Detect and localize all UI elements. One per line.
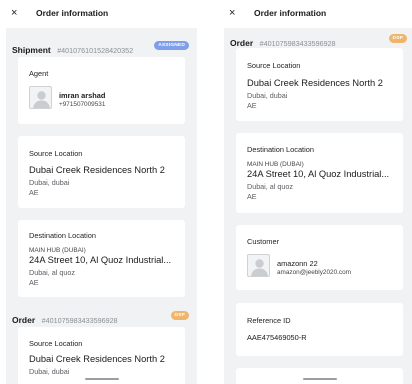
order-source-location-card: Source Location Dubai Creek Residences N…	[18, 327, 185, 384]
source-country: AE	[29, 188, 39, 197]
page-title: Order information	[254, 8, 327, 18]
order-label: Order	[230, 38, 254, 48]
order-id: #401075983433596928	[259, 39, 336, 48]
order-header: Order #401075983433596928 DSP	[230, 33, 409, 48]
source-city: Dubai, dubai	[247, 91, 288, 100]
top-bar: × Order information	[224, 0, 412, 28]
customer-name: amazonn 22	[277, 259, 318, 268]
destination-address: 24A Street 10, Al Quoz Industrial...	[247, 169, 390, 179]
destination-location-card: Destination Location MAIN HUB (DUBAI) 24…	[18, 220, 185, 297]
user-placeholder-icon	[33, 91, 50, 108]
source-location-card: Source Location Dubai Creek Residences N…	[236, 48, 403, 121]
source-location-card: Source Location Dubai Creek Residences N…	[18, 136, 185, 208]
close-icon[interactable]: ×	[11, 7, 17, 19]
destination-city: Dubai, al quoz	[247, 182, 293, 191]
destination-title: Destination Location	[247, 145, 314, 154]
order-badge: DSP	[170, 311, 189, 320]
shipment-label: Shipment	[12, 45, 51, 55]
customer-card: Customer amazonn 22 amazon@jeebly2020.co…	[236, 225, 403, 290]
source-country: AE	[247, 101, 257, 110]
reference-value: AAE475469050-R	[247, 333, 307, 342]
order-header: Order #401075983433596928 DSP	[12, 310, 191, 325]
home-indicator	[84, 378, 119, 380]
destination-country: AE	[247, 192, 257, 201]
source-city: Dubai, dubai	[29, 178, 70, 187]
source-title: Source Location	[29, 149, 83, 158]
home-indicator	[302, 378, 337, 380]
customer-email[interactable]: amazon@jeebly2020.com	[277, 269, 351, 276]
destination-city: Dubai, al quoz	[29, 268, 75, 277]
destination-hub: MAIN HUB (DUBAI)	[29, 247, 86, 254]
close-icon[interactable]: ×	[229, 7, 235, 19]
reference-card: Reference ID AAE475469050-R	[236, 303, 403, 356]
user-placeholder-icon	[251, 259, 268, 276]
source-name: Dubai Creek Residences North 2	[247, 78, 383, 88]
shipment-header: Shipment #401076101528420352 ASSIGNED	[12, 40, 191, 55]
left-screen: × Order information Shipment #4010761015…	[6, 0, 197, 384]
shipment-id: #401076101528420352	[57, 46, 134, 55]
source-name: Dubai Creek Residences North 2	[29, 354, 165, 364]
status-badge: ASSIGNED	[154, 41, 189, 50]
destination-address: 24A Street 10, Al Quoz Industrial...	[29, 255, 172, 265]
avatar	[247, 254, 270, 277]
customer-title: Customer	[247, 237, 280, 246]
page-title: Order information	[36, 8, 109, 18]
source-city: Dubai, dubai	[29, 367, 70, 376]
order-badge: DSP	[388, 34, 407, 43]
destination-title: Destination Location	[29, 231, 96, 240]
source-title: Source Location	[29, 339, 83, 348]
destination-location-card: Destination Location MAIN HUB (DUBAI) 24…	[236, 133, 403, 213]
source-title: Source Location	[247, 61, 301, 70]
agent-name: imran arshad	[59, 91, 106, 100]
reference-title: Reference ID	[247, 316, 291, 325]
agent-phone[interactable]: +971507009531	[59, 101, 105, 108]
agent-card: Agent imran arshad +971507009531	[18, 57, 185, 124]
destination-country: AE	[29, 278, 39, 287]
right-screen: × Order information Order #4010759834335…	[224, 0, 412, 384]
order-label: Order	[12, 315, 36, 325]
next-card	[236, 368, 403, 384]
top-bar: × Order information	[6, 0, 197, 28]
avatar	[29, 86, 52, 109]
agent-title: Agent	[29, 69, 49, 78]
destination-hub: MAIN HUB (DUBAI)	[247, 161, 304, 168]
source-name: Dubai Creek Residences North 2	[29, 165, 165, 175]
order-id: #401075983433596928	[41, 316, 118, 325]
